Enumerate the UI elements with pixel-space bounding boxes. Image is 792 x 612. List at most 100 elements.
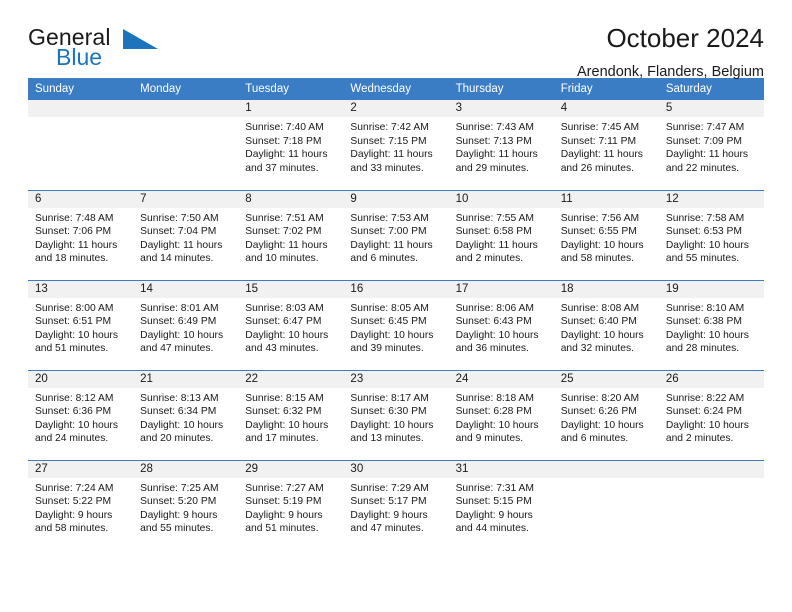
daylight-duration-line1: Daylight: 9 hours [455, 509, 533, 521]
calendar-day-cell[interactable]: 14 Sunrise: 8:01 AM Sunset: 6:49 PM Dayligh… [133, 279, 239, 370]
sunrise-time: Sunrise: 7:43 AM [455, 122, 534, 133]
sunset-time: Sunset: 6:53 PM [665, 226, 742, 238]
calendar-day-cell[interactable]: 28 Sunrise: 7:25 AM Sunset: 5:20 PM Dayligh… [133, 459, 239, 550]
calendar-day-cell[interactable]: 9 Sunrise: 7:53 AM Sunset: 7:00 PM Daylight… [343, 189, 449, 280]
sunrise-time: Sunrise: 7:40 AM [245, 122, 324, 133]
calendar-day-cell[interactable]: 1 Sunrise: 7:40 AM Sunset: 7:18 PM Daylight… [238, 100, 344, 190]
daylight-duration-line2: and 22 minutes. [665, 162, 740, 174]
calendar-day-cell[interactable]: 30 Sunrise: 7:29 AM Sunset: 5:17 PM Dayligh… [343, 459, 449, 550]
sunset-time: Sunset: 7:06 PM [35, 226, 112, 238]
calendar-cell-empty [133, 100, 239, 190]
calendar-day-cell[interactable]: 11 Sunrise: 7:56 AM Sunset: 6:55 PM Dayligh… [553, 189, 659, 280]
sunrise-time: Sunrise: 7:42 AM [350, 122, 429, 133]
sunrise-time: Sunrise: 7:50 AM [140, 212, 219, 224]
sunset-time: Sunset: 6:58 PM [455, 226, 532, 238]
day-details: Sunrise: 7:53 AM Sunset: 7:00 PM Daylight:… [343, 208, 448, 266]
daylight-duration-line2: and 47 minutes. [350, 523, 424, 535]
calendar-day-cell[interactable]: 24 Sunrise: 8:18 AM Sunset: 6:28 PM Dayligh… [448, 369, 554, 460]
calendar-day-cell[interactable]: 29 Sunrise: 7:27 AM Sunset: 5:19 PM Dayligh… [238, 459, 344, 550]
calendar-day-cell[interactable]: 4 Sunrise: 7:45 AM Sunset: 7:11 PM Daylight… [553, 100, 659, 190]
sunset-time: Sunset: 7:11 PM [560, 135, 637, 147]
sunrise-time: Sunrise: 8:01 AM [140, 302, 219, 314]
daylight-duration-line1: Daylight: 10 hours [350, 329, 434, 341]
sunrise-time: Sunrise: 8:05 AM [350, 302, 429, 314]
daylight-duration-line2: and 14 minutes. [140, 253, 214, 265]
sunrise-time: Sunrise: 7:31 AM [455, 482, 534, 494]
sunset-time: Sunset: 7:15 PM [350, 135, 427, 147]
general-blue-logo[interactable]: General Blue [28, 24, 268, 80]
day-number: 9 [343, 190, 449, 208]
calendar-day-cell[interactable]: 10 Sunrise: 7:55 AM Sunset: 6:58 PM Dayligh… [448, 189, 554, 280]
day-number: 8 [238, 190, 344, 208]
day-number: 15 [238, 280, 344, 298]
sunrise-time: Sunrise: 7:53 AM [350, 212, 429, 224]
calendar-day-cell[interactable]: 5 Sunrise: 7:47 AM Sunset: 7:09 PM Daylight… [658, 100, 764, 190]
calendar-day-cell[interactable]: 16 Sunrise: 8:05 AM Sunset: 6:45 PM Dayligh… [343, 279, 449, 370]
daylight-duration-line2: and 2 minutes. [665, 433, 734, 445]
daylight-duration-line2: and 10 minutes. [245, 253, 319, 265]
calendar-day-cell[interactable]: 13 Sunrise: 8:00 AM Sunset: 6:51 PM Dayligh… [28, 279, 134, 370]
daylight-duration-line1: Daylight: 11 hours [140, 239, 223, 251]
day-number: 28 [133, 460, 239, 478]
calendar-day-cell[interactable]: 31 Sunrise: 7:31 AM Sunset: 5:15 PM Dayligh… [448, 459, 554, 550]
sunset-time: Sunset: 7:18 PM [245, 135, 322, 147]
calendar-day-cell[interactable]: 23 Sunrise: 8:17 AM Sunset: 6:30 PM Dayligh… [343, 369, 449, 460]
day-details: Sunrise: 8:18 AM Sunset: 6:28 PM Daylight:… [449, 388, 554, 446]
day-details: Sunrise: 7:42 AM Sunset: 7:15 PM Daylight:… [343, 117, 448, 175]
calendar-day-cell[interactable]: 20 Sunrise: 8:12 AM Sunset: 6:36 PM Dayligh… [28, 369, 134, 460]
sunrise-time: Sunrise: 7:55 AM [455, 212, 534, 224]
day-details: Sunrise: 7:50 AM Sunset: 7:04 PM Daylight:… [133, 208, 238, 266]
calendar-day-cell[interactable]: 15 Sunrise: 8:03 AM Sunset: 6:47 PM Dayligh… [238, 279, 344, 370]
day-number: 30 [343, 460, 449, 478]
daylight-duration-line2: and 28 minutes. [665, 343, 740, 355]
calendar-day-cell[interactable]: 27 Sunrise: 7:24 AM Sunset: 5:22 PM Dayligh… [28, 459, 134, 550]
day-number: 5 [658, 100, 764, 117]
daylight-duration-line1: Daylight: 10 hours [245, 329, 329, 341]
day-number [658, 460, 764, 478]
calendar-day-cell[interactable]: 7 Sunrise: 7:50 AM Sunset: 7:04 PM Daylight… [133, 189, 239, 280]
daylight-duration-line1: Daylight: 11 hours [665, 149, 749, 161]
weekday-header-thursday: Thursday [448, 78, 554, 100]
calendar-day-cell[interactable]: 22 Sunrise: 8:15 AM Sunset: 6:32 PM Dayligh… [238, 369, 344, 460]
calendar-week-row: 13 Sunrise: 8:00 AM Sunset: 6:51 PM Dayligh… [28, 279, 764, 370]
sunset-time: Sunset: 6:38 PM [665, 316, 742, 328]
daylight-duration-line1: Daylight: 9 hours [350, 509, 428, 521]
day-number [553, 460, 659, 478]
day-number: 6 [28, 190, 134, 208]
day-number: 4 [553, 100, 659, 117]
sunrise-time: Sunrise: 8:17 AM [350, 392, 429, 404]
calendar-day-cell[interactable]: 21 Sunrise: 8:13 AM Sunset: 6:34 PM Dayligh… [133, 369, 239, 460]
calendar-cell-empty [28, 100, 134, 190]
daylight-duration-line2: and 44 minutes. [455, 523, 529, 535]
calendar-day-cell[interactable]: 26 Sunrise: 8:22 AM Sunset: 6:24 PM Dayligh… [658, 369, 764, 460]
day-details: Sunrise: 8:05 AM Sunset: 6:45 PM Daylight:… [343, 298, 448, 356]
calendar-day-cell[interactable]: 3 Sunrise: 7:43 AM Sunset: 7:13 PM Daylight… [448, 100, 554, 190]
day-details: Sunrise: 8:12 AM Sunset: 6:36 PM Daylight:… [28, 388, 133, 446]
calendar-day-cell[interactable]: 2 Sunrise: 7:42 AM Sunset: 7:15 PM Daylight… [343, 100, 449, 190]
day-number: 31 [448, 460, 554, 478]
daylight-duration-line2: and 33 minutes. [350, 162, 424, 174]
day-number: 3 [448, 100, 554, 117]
calendar-day-cell[interactable]: 19 Sunrise: 8:10 AM Sunset: 6:38 PM Dayligh… [658, 279, 764, 370]
sunset-time: Sunset: 6:55 PM [560, 226, 637, 238]
sunrise-sunset-calendar-table: Sunday Monday Tuesday Wednesday Thursday… [28, 78, 764, 550]
calendar-day-cell[interactable]: 25 Sunrise: 8:20 AM Sunset: 6:26 PM Dayligh… [553, 369, 659, 460]
sunrise-time: Sunrise: 8:03 AM [245, 302, 324, 314]
day-number: 22 [238, 370, 344, 388]
sunset-time: Sunset: 6:32 PM [245, 406, 322, 418]
day-number: 7 [133, 190, 239, 208]
calendar-day-cell[interactable]: 12 Sunrise: 7:58 AM Sunset: 6:53 PM Dayligh… [658, 189, 764, 280]
daylight-duration-line1: Daylight: 10 hours [455, 419, 539, 431]
day-details: Sunrise: 7:25 AM Sunset: 5:20 PM Daylight:… [133, 478, 238, 536]
day-details: Sunrise: 8:15 AM Sunset: 6:32 PM Daylight:… [238, 388, 343, 446]
sunrise-time: Sunrise: 7:45 AM [560, 122, 640, 133]
day-details: Sunrise: 8:08 AM Sunset: 6:40 PM Daylight:… [554, 298, 659, 356]
day-details: Sunrise: 7:31 AM Sunset: 5:15 PM Daylight:… [449, 478, 554, 536]
calendar-day-cell[interactable]: 8 Sunrise: 7:51 AM Sunset: 7:02 PM Daylight… [238, 189, 344, 280]
calendar-day-cell[interactable]: 6 Sunrise: 7:48 AM Sunset: 7:06 PM Daylight… [28, 189, 134, 280]
day-number: 29 [238, 460, 344, 478]
sunset-time: Sunset: 6:47 PM [245, 316, 322, 328]
day-number: 13 [28, 280, 134, 298]
calendar-day-cell[interactable]: 18 Sunrise: 8:08 AM Sunset: 6:40 PM Dayligh… [553, 279, 659, 370]
calendar-day-cell[interactable]: 17 Sunrise: 8:06 AM Sunset: 6:43 PM Dayligh… [448, 279, 554, 370]
